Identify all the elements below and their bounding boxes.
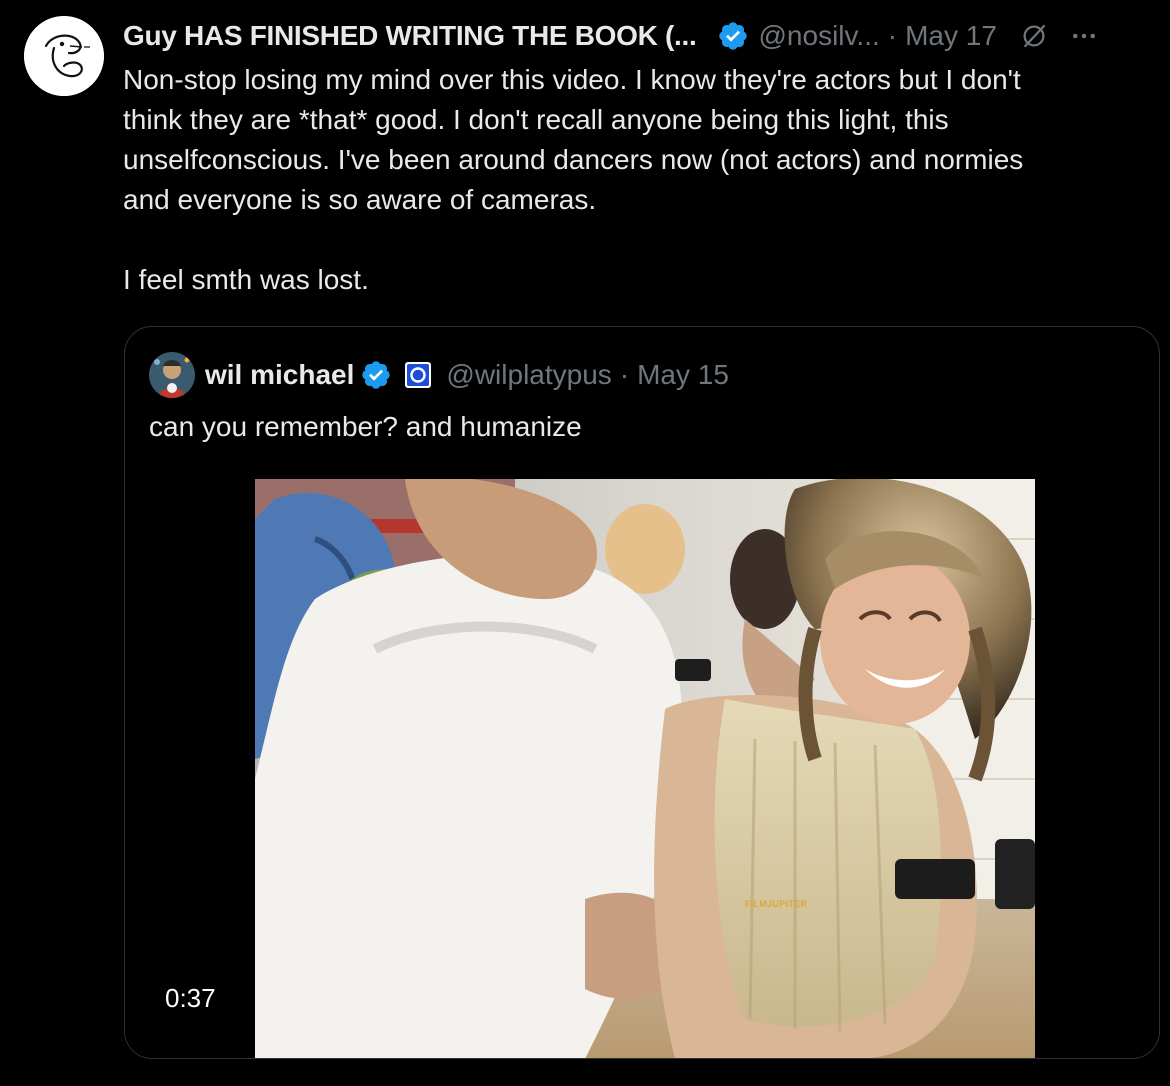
quoted-author-display-name[interactable]: wil michael [205, 359, 354, 391]
author-avatar-image [24, 16, 104, 96]
tweet[interactable]: Guy HAS FINISHED WRITING THE BOOK (... @… [0, 0, 1170, 1086]
tweet-text-line: and everyone is so aware of cameras. [123, 184, 597, 215]
tweet-text-line: I feel smth was lost. [123, 264, 369, 295]
video-watermark: FILMJUPITER [745, 899, 808, 909]
quoted-author-avatar-image [149, 352, 195, 398]
tweet-date[interactable]: May 17 [905, 20, 997, 52]
affiliation-badge-icon[interactable] [404, 361, 432, 389]
author-handle[interactable]: @nosilv... [759, 20, 880, 52]
quoted-author-handle[interactable]: @wilplatypus [446, 359, 611, 391]
quoted-header-separator: · [619, 359, 630, 390]
tweet-text-line: Non-stop losing my mind over this video.… [123, 64, 1021, 95]
quoted-media[interactable]: FILMJUPITER 0:37 [125, 477, 1159, 1058]
video-frame [255, 479, 1035, 1058]
quoted-tweet-text: can you remember? and humanize [149, 411, 582, 442]
quoted-author-avatar[interactable] [149, 352, 195, 398]
verified-badge-icon[interactable] [360, 359, 392, 391]
video-player[interactable]: FILMJUPITER [255, 479, 1035, 1058]
tweet-text-line: unselfconscious. I've been around dancer… [123, 144, 1024, 175]
tweet-header: Guy HAS FINISHED WRITING THE BOOK (... @… [123, 14, 1153, 58]
tweet-text: Non-stop losing my mind over this video.… [123, 60, 1153, 300]
author-avatar[interactable] [24, 16, 104, 96]
quoted-tweet-date[interactable]: May 15 [637, 359, 729, 391]
grok-icon[interactable] [1019, 21, 1049, 51]
author-display-name[interactable]: Guy HAS FINISHED WRITING THE BOOK (... [123, 20, 697, 52]
more-icon[interactable] [1069, 21, 1099, 51]
header-separator: · [887, 20, 898, 51]
quoted-tweet[interactable]: wil michael @wilplatypus · May 15 can yo… [124, 326, 1160, 1059]
quoted-tweet-header: wil michael @wilplatypus · May 15 [149, 351, 729, 399]
tweet-text-line: think they are *that* good. I don't reca… [123, 104, 949, 135]
video-duration-badge: 0:37 [149, 977, 232, 1019]
verified-badge-icon[interactable] [717, 20, 749, 52]
